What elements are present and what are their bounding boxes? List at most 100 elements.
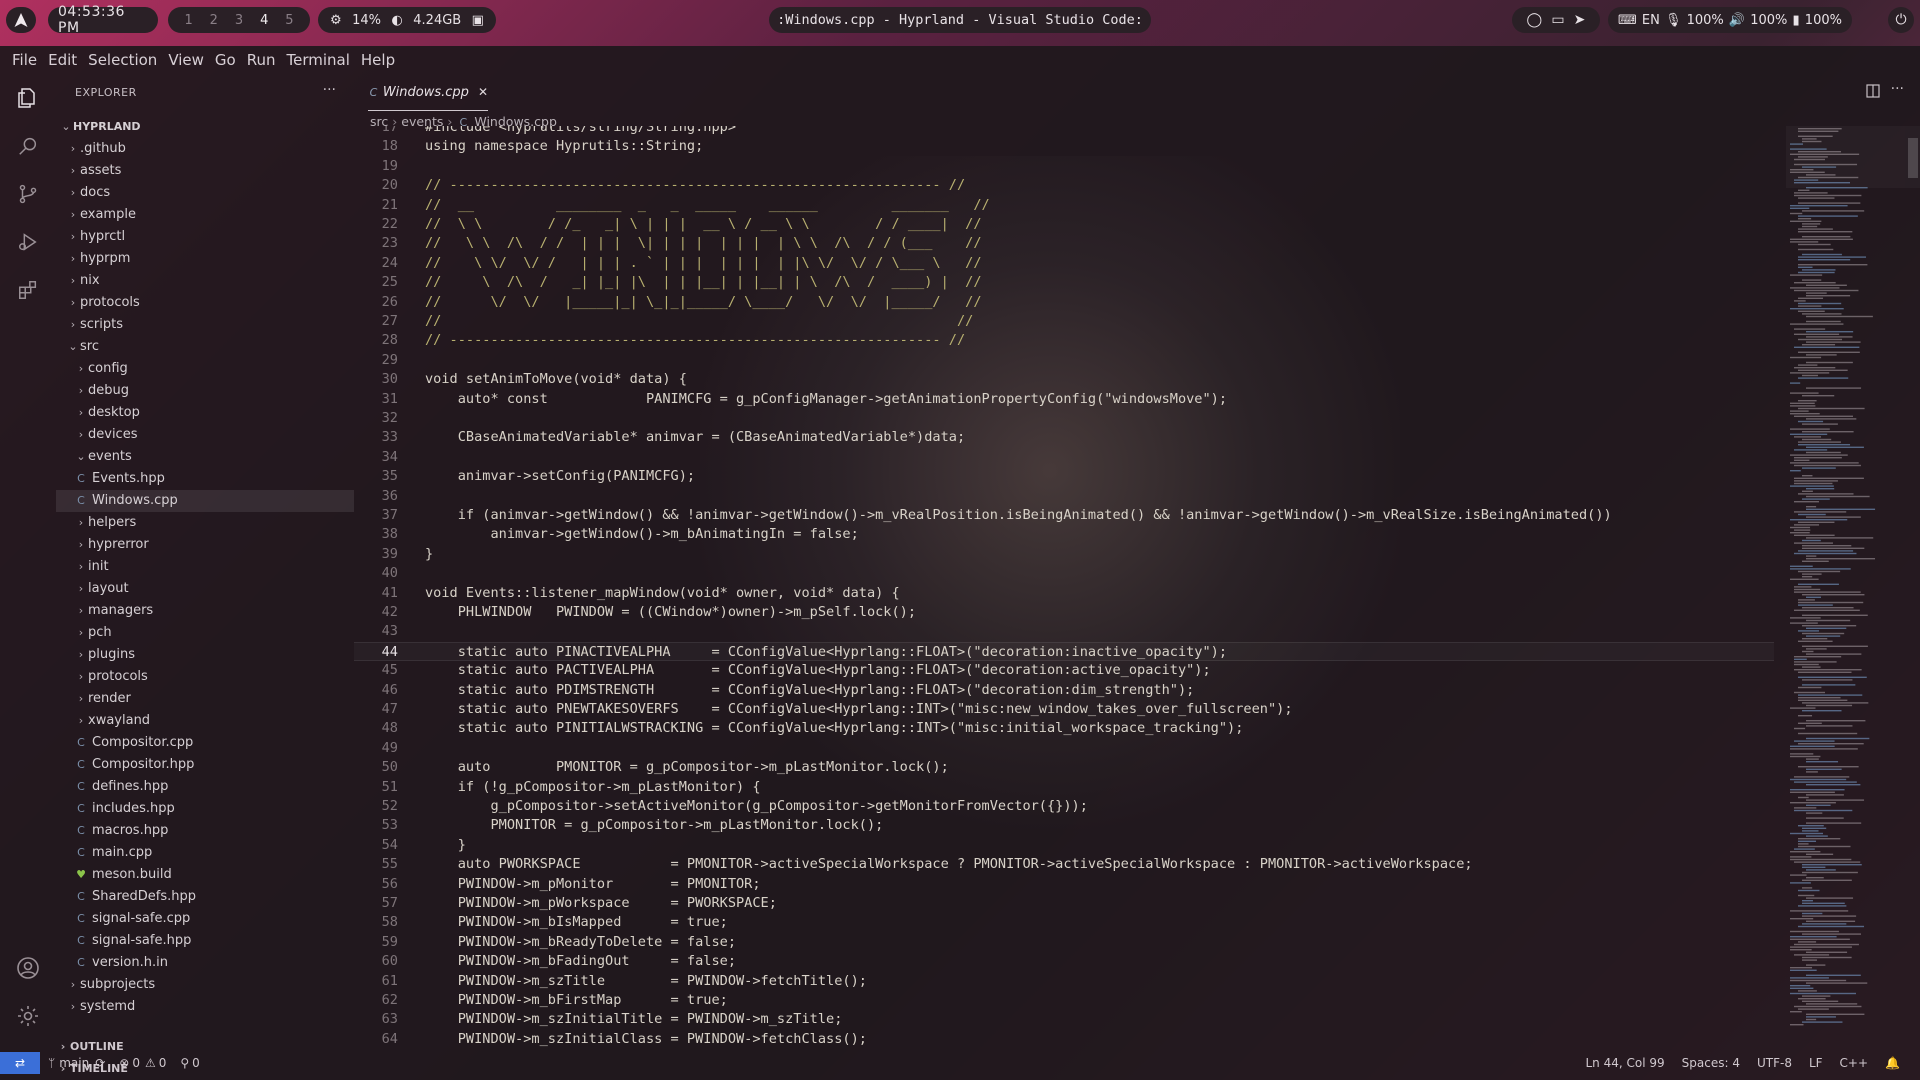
code-line[interactable]: 62 PWINDOW->m_bFirstMap = true; [354, 991, 1774, 1010]
tree-folder[interactable]: › desktop [56, 402, 354, 424]
editor-more-button[interactable]: ··· [1891, 81, 1904, 97]
code-line[interactable]: 41 void Events::listener_mapWindow(void* … [354, 584, 1774, 603]
code-line[interactable]: 34 [354, 448, 1774, 467]
code-line[interactable]: 27 // // [354, 312, 1774, 331]
tree-folder[interactable]: › docs [56, 182, 354, 204]
code-line[interactable]: 32 [354, 409, 1774, 428]
code-line[interactable]: 38 animvar->getWindow()->m_bAnimatingIn … [354, 525, 1774, 544]
workspace-root[interactable]: ⌄ HYPRLAND [56, 116, 354, 138]
tree-file[interactable]: Cincludes.hpp [56, 798, 354, 820]
tree-file[interactable]: Cmain.cpp [56, 842, 354, 864]
tree-folder[interactable]: › helpers [56, 512, 354, 534]
tree-folder[interactable]: › nix [56, 270, 354, 292]
tree-folder[interactable]: › managers [56, 600, 354, 622]
volume-level[interactable]: 100% [1750, 13, 1787, 28]
tree-file[interactable]: Csignal-safe.cpp [56, 908, 354, 930]
code-line[interactable]: 39} [354, 545, 1774, 564]
workspace-5[interactable]: 5 [277, 13, 302, 28]
tree-folder[interactable]: › hyprpm [56, 248, 354, 270]
code-line[interactable]: 23 // \ \ /\ / / | | | \| | | | | | | | \… [354, 234, 1774, 253]
code-line[interactable]: 21 // __ ________ _ _ _____ ______ ______… [354, 196, 1774, 215]
vertical-scrollbar[interactable] [1908, 138, 1918, 178]
display-icon[interactable]: ▭ [1551, 12, 1564, 28]
tree-file[interactable]: C SharedDefs.hpp [56, 886, 354, 908]
code-line[interactable]: 46 static auto PDIMSTRENGTH = CConfigVal… [354, 681, 1774, 700]
code-line[interactable]: 30 void setAnimToMove(void* data) { [354, 370, 1774, 389]
tree-folder[interactable]: › config [56, 358, 354, 380]
accounts-icon[interactable] [14, 954, 42, 982]
explorer-more-button[interactable]: ··· [323, 82, 336, 98]
minimap-slider[interactable] [1786, 126, 1920, 188]
screen-icon[interactable]: ▣ [472, 13, 484, 28]
code-line[interactable]: 53 PMONITOR = g_pCompositor->m_pLastMoni… [354, 816, 1774, 835]
split-editor-icon[interactable] [1866, 84, 1880, 98]
code-line[interactable]: 58 PWINDOW->m_bIsMapped = true; [354, 913, 1774, 932]
tree-folder[interactable]: › plugins [56, 644, 354, 666]
menu-help[interactable]: Help [361, 51, 395, 69]
code-line[interactable]: 59 PWINDOW->m_bReadyToDelete = false; [354, 933, 1774, 952]
code-line[interactable]: 25 // \ /\ / _| |_| |\ | | |__| | |__| | … [354, 273, 1774, 292]
telegram-icon[interactable]: ➤ [1574, 12, 1586, 28]
code-line[interactable]: 42 PHLWINDOW PWINDOW = ((CWindow*)owner)… [354, 603, 1774, 622]
bluetooth-icon[interactable]: ◯ [1527, 12, 1543, 28]
tree-folder[interactable]: › hyprctl [56, 226, 354, 248]
code-line[interactable]: 44 static auto PINACTIVEALPHA = CConfigV… [354, 641, 1774, 661]
tree-folder[interactable]: › devices [56, 424, 354, 446]
tree-folder[interactable]: ⌄ events [56, 446, 354, 468]
code-line[interactable]: 28 // -----------------------------------… [354, 331, 1774, 350]
tree-folder[interactable]: › layout [56, 578, 354, 600]
code-line[interactable]: 64 PWINDOW->m_szInitialClass = PWINDOW->… [354, 1030, 1774, 1049]
tree-folder[interactable]: › assets [56, 160, 354, 182]
branch-name[interactable]: main [59, 1056, 89, 1070]
code-line[interactable]: 61 PWINDOW->m_szTitle = PWINDOW->fetchTi… [354, 972, 1774, 991]
tree-folder[interactable]: › protocols [56, 666, 354, 688]
code-line[interactable]: 48 static auto PINITIALWSTRACKING = CCon… [354, 719, 1774, 738]
tree-folder[interactable]: › subprojects [56, 974, 354, 996]
indentation[interactable]: Spaces: 4 [1682, 1056, 1740, 1070]
manage-gear-icon[interactable] [14, 1002, 42, 1030]
code-editor[interactable]: 17 #include <hyprutils/string/String.hpp>… [354, 126, 1774, 1052]
code-line[interactable]: 29 [354, 351, 1774, 370]
cursor-position[interactable]: Ln 44, Col 99 [1586, 1056, 1665, 1070]
code-line[interactable]: 31 auto* const PANIMCFG = g_pConfigManag… [354, 390, 1774, 409]
explorer-icon[interactable] [14, 84, 42, 112]
tab-windows-cpp[interactable]: C Windows.cpp ✕ [368, 74, 488, 111]
tree-folder[interactable]: › example [56, 204, 354, 226]
code-line[interactable]: 54 } [354, 836, 1774, 855]
error-count[interactable]: 0 [132, 1056, 140, 1070]
mic-level[interactable]: 100% [1687, 13, 1724, 28]
tree-folder[interactable]: › protocols [56, 292, 354, 314]
tree-file[interactable]: Csignal-safe.hpp [56, 930, 354, 952]
workspace-1[interactable]: 1 [176, 13, 201, 28]
menu-file[interactable]: File [12, 51, 37, 69]
code-line[interactable]: 43 [354, 622, 1774, 641]
power-button[interactable]: ⏻ [1888, 7, 1914, 33]
code-line[interactable]: 56 PWINDOW->m_pMonitor = PMONITOR; [354, 875, 1774, 894]
source-control-icon[interactable] [14, 180, 42, 208]
code-line[interactable]: 52 g_pCompositor->setActiveMonitor(g_pCo… [354, 797, 1774, 816]
code-line[interactable]: 33 CBaseAnimatedVariable* animvar = (CBa… [354, 428, 1774, 447]
tree-file[interactable]: Cversion.h.in [56, 952, 354, 974]
code-line[interactable]: 40 [354, 564, 1774, 583]
tree-folder[interactable]: › xwayland [56, 710, 354, 732]
tree-file[interactable]: C Events.hpp [56, 468, 354, 490]
tree-folder[interactable]: › .github [56, 138, 354, 160]
minimap[interactable] [1786, 126, 1912, 1046]
code-line[interactable]: 45 static auto PACTIVEALPHA = CConfigVal… [354, 661, 1774, 680]
run-debug-icon[interactable] [14, 228, 42, 256]
menu-terminal[interactable]: Terminal [287, 51, 350, 69]
code-line[interactable]: 57 PWINDOW->m_pWorkspace = PWORKSPACE; [354, 894, 1774, 913]
remote-indicator[interactable]: ⇄ [0, 1052, 40, 1074]
menu-selection[interactable]: Selection [88, 51, 157, 69]
language-mode[interactable]: C++ [1840, 1056, 1869, 1070]
ports-count[interactable]: 0 [192, 1056, 200, 1070]
code-line[interactable]: 47 static auto PNEWTAKESOVERFS = CConfig… [354, 700, 1774, 719]
search-icon[interactable] [14, 132, 42, 160]
tree-folder[interactable]: › pch [56, 622, 354, 644]
code-line[interactable]: 35 animvar->setConfig(PANIMCFG); [354, 467, 1774, 486]
close-icon[interactable]: ✕ [478, 85, 488, 99]
code-line[interactable]: 20 // -----------------------------------… [354, 176, 1774, 195]
tree-file[interactable]: C Windows.cpp [56, 490, 354, 512]
menu-view[interactable]: View [168, 51, 204, 69]
tree-file[interactable]: Cdefines.hpp [56, 776, 354, 798]
